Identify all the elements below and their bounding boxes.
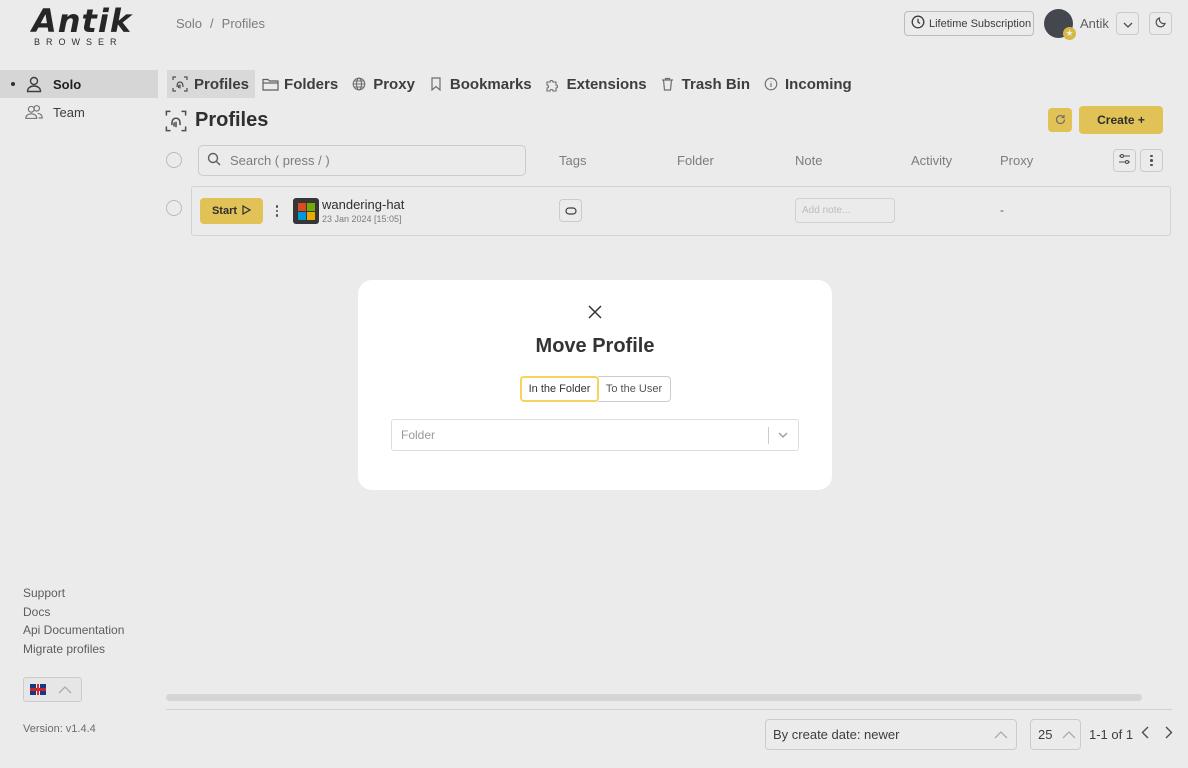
folder-select[interactable]: Folder xyxy=(391,419,799,451)
close-button[interactable] xyxy=(586,304,604,322)
option-in-the-folder[interactable]: In the Folder xyxy=(520,376,599,402)
chevron-down-icon xyxy=(776,428,790,445)
select-divider xyxy=(768,427,769,444)
option-to-the-user[interactable]: To the User xyxy=(598,376,671,402)
folder-placeholder: Folder xyxy=(401,428,436,442)
close-icon xyxy=(588,304,602,322)
move-profile-modal: Move Profile In the Folder To the User F… xyxy=(358,280,832,490)
modal-title: Move Profile xyxy=(535,335,655,357)
